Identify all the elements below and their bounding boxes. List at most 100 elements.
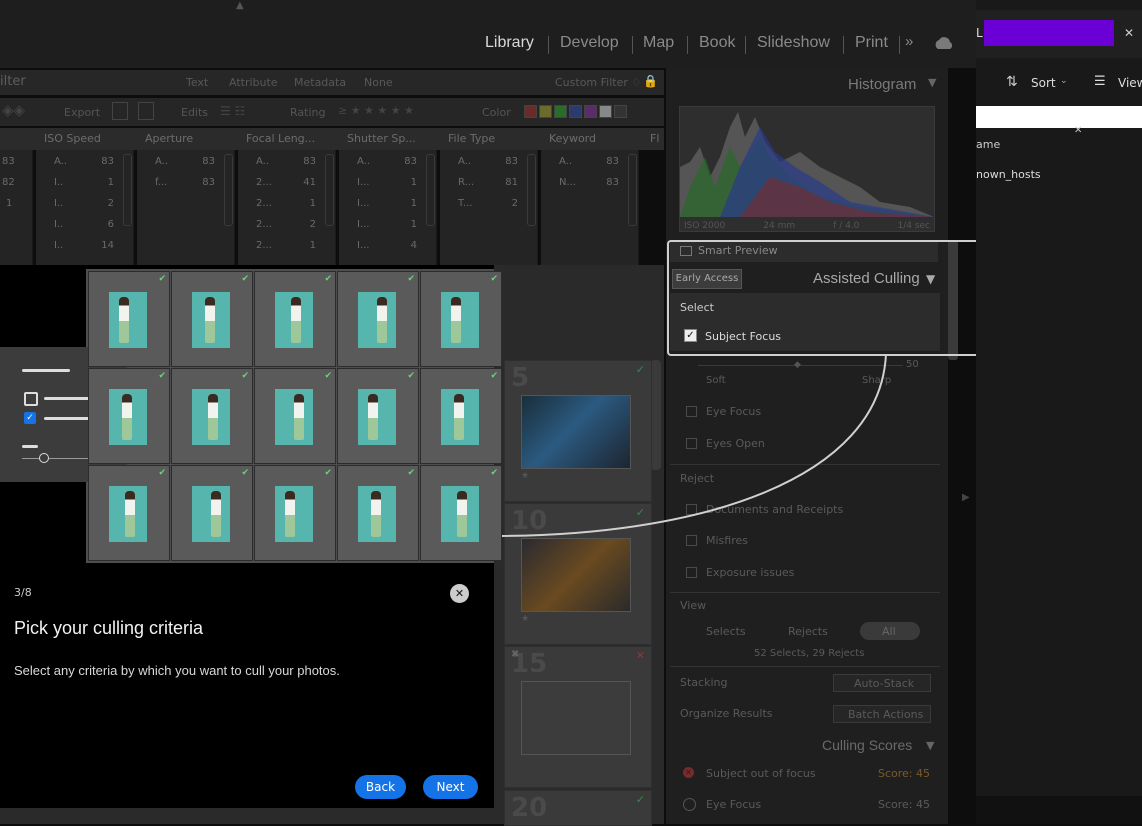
- grid-scrollbar[interactable]: [651, 360, 661, 470]
- grid-cell[interactable]: 15 ✖ ✕: [504, 646, 652, 788]
- metadata-value[interactable]: N...: [559, 177, 576, 188]
- metadata-value[interactable]: A..: [357, 156, 370, 167]
- thumbnail-image[interactable]: [521, 538, 631, 612]
- metadata-value[interactable]: A..: [458, 156, 471, 167]
- sort-button[interactable]: Sort: [1031, 76, 1056, 90]
- thumbnail-image[interactable]: [521, 395, 631, 469]
- cloud-icon[interactable]: [932, 35, 956, 51]
- histogram-title[interactable]: Histogram: [848, 76, 916, 93]
- grid-cell[interactable]: 5 ✓ ★: [504, 360, 652, 502]
- module-slideshow[interactable]: Slideshow: [757, 34, 830, 52]
- filter-tab-text[interactable]: Text: [186, 76, 208, 89]
- column-header[interactable]: Shutter Sp...: [347, 132, 416, 145]
- eye-focus-checkbox[interactable]: [686, 406, 697, 417]
- color-swatches[interactable]: [524, 105, 627, 118]
- view-all-button[interactable]: All: [860, 622, 920, 640]
- metadata-value[interactable]: I..: [54, 177, 63, 188]
- name-column-header[interactable]: ame: [976, 138, 1000, 151]
- close-button[interactable]: ✕: [450, 584, 469, 603]
- thumbnail-image[interactable]: [521, 681, 631, 755]
- module-print[interactable]: Print: [855, 34, 888, 52]
- metadata-value[interactable]: I...: [357, 219, 370, 230]
- column-scrollbar[interactable]: [426, 154, 435, 226]
- auto-stack-button[interactable]: Auto-Stack: [833, 674, 931, 692]
- metadata-value[interactable]: I...: [357, 198, 370, 209]
- metadata-value[interactable]: I...: [357, 240, 370, 251]
- filter-preset[interactable]: Custom Filter ♢: [555, 76, 641, 89]
- metadata-value[interactable]: 2...: [256, 219, 272, 230]
- reject-checkbox[interactable]: [686, 567, 697, 578]
- metadata-value[interactable]: I..: [54, 219, 63, 230]
- collapse-triangle-icon[interactable]: ▼: [928, 76, 936, 89]
- module-library[interactable]: Library: [485, 34, 534, 52]
- file-item[interactable]: nown_hosts: [976, 168, 1041, 181]
- edits-label[interactable]: Edits: [181, 106, 208, 119]
- metadata-value[interactable]: A..: [54, 156, 67, 167]
- metadata-value[interactable]: f...: [155, 177, 167, 188]
- file-icon[interactable]: [138, 102, 154, 120]
- view-button[interactable]: View: [1118, 76, 1142, 90]
- histogram[interactable]: ISO 2000 24 mm f / 4.0 1/4 sec: [679, 106, 935, 232]
- reject-checkbox[interactable]: [686, 535, 697, 546]
- sort-icon[interactable]: ⇅: [1006, 74, 1018, 90]
- view-selects-button[interactable]: Selects: [706, 625, 746, 638]
- column-header[interactable]: Keyword: [549, 132, 596, 145]
- column-scrollbar[interactable]: [325, 154, 334, 226]
- reject-checkbox[interactable]: [686, 504, 697, 515]
- clear-icon[interactable]: ✕: [1074, 125, 1082, 136]
- back-button[interactable]: Back: [355, 775, 406, 799]
- metadata-value[interactable]: 2...: [256, 177, 272, 188]
- color-label[interactable]: Color: [482, 106, 511, 119]
- address-bar[interactable]: [976, 106, 1142, 128]
- metadata-value[interactable]: I..: [54, 240, 63, 251]
- close-icon[interactable]: ✕: [1124, 26, 1134, 40]
- metadata-value[interactable]: I..: [54, 198, 63, 209]
- metadata-value[interactable]: I...: [357, 177, 370, 188]
- column-header[interactable]: File Type: [448, 132, 495, 145]
- metadata-value[interactable]: T...: [458, 198, 472, 209]
- batch-actions-button[interactable]: Batch Actions: [833, 705, 931, 723]
- module-map[interactable]: Map: [643, 34, 674, 52]
- column-scrollbar[interactable]: [527, 154, 536, 226]
- star-icon[interactable]: ★: [521, 471, 529, 481]
- culling-scores-title[interactable]: Culling Scores: [822, 737, 912, 753]
- grid-cell[interactable]: 10 ✓ ★: [504, 503, 652, 645]
- slider-thumb-icon[interactable]: ◆: [794, 360, 801, 370]
- filter-tab-none[interactable]: None: [364, 76, 393, 89]
- column-scrollbar[interactable]: [123, 154, 132, 226]
- collapse-triangle-icon[interactable]: ▼: [926, 739, 934, 752]
- metadata-value[interactable]: A..: [559, 156, 572, 167]
- grid-icon[interactable]: ☰ ☷: [220, 104, 245, 118]
- expand-panel-icon[interactable]: ▶: [962, 492, 970, 503]
- rating-label[interactable]: Rating: [290, 106, 325, 119]
- view-rejects-button[interactable]: Rejects: [788, 625, 828, 638]
- filter-tab-metadata[interactable]: Metadata: [294, 76, 346, 89]
- lock-icon[interactable]: 🔒: [643, 74, 658, 88]
- filter-tab-attribute[interactable]: Attribute: [229, 76, 278, 89]
- metadata-value[interactable]: A..: [155, 156, 168, 167]
- module-book[interactable]: Book: [699, 34, 735, 52]
- column-header[interactable]: Aperture: [145, 132, 193, 145]
- module-develop[interactable]: Develop: [560, 34, 619, 52]
- view-list-icon[interactable]: ☰: [1094, 74, 1106, 89]
- metadata-value[interactable]: 2...: [256, 240, 272, 251]
- next-button[interactable]: Next: [423, 775, 478, 799]
- metadata-value[interactable]: R...: [458, 177, 474, 188]
- metadata-value[interactable]: 2...: [256, 198, 272, 209]
- grid-cell[interactable]: 20 ✓: [504, 790, 652, 826]
- column-header[interactable]: ISO Speed: [44, 132, 101, 145]
- sample-photo-tile: ✔: [171, 271, 253, 367]
- more-modules-icon[interactable]: »: [905, 33, 913, 50]
- eyes-open-checkbox[interactable]: [686, 438, 697, 449]
- metadata-value[interactable]: A..: [256, 156, 269, 167]
- chevron-down-icon[interactable]: ⌄: [1060, 76, 1068, 86]
- star-rating-icon[interactable]: ≥ ★ ★ ★ ★ ★: [338, 104, 414, 117]
- column-header-partial: Fl: [650, 132, 660, 145]
- collapse-top-icon[interactable]: ▲: [236, 0, 250, 11]
- export-label[interactable]: Export: [64, 106, 100, 119]
- column-scrollbar[interactable]: [628, 154, 637, 226]
- star-icon[interactable]: ★: [521, 614, 529, 624]
- column-scrollbar[interactable]: [224, 154, 233, 226]
- file-icon[interactable]: [112, 102, 128, 120]
- column-header[interactable]: Focal Leng...: [246, 132, 315, 145]
